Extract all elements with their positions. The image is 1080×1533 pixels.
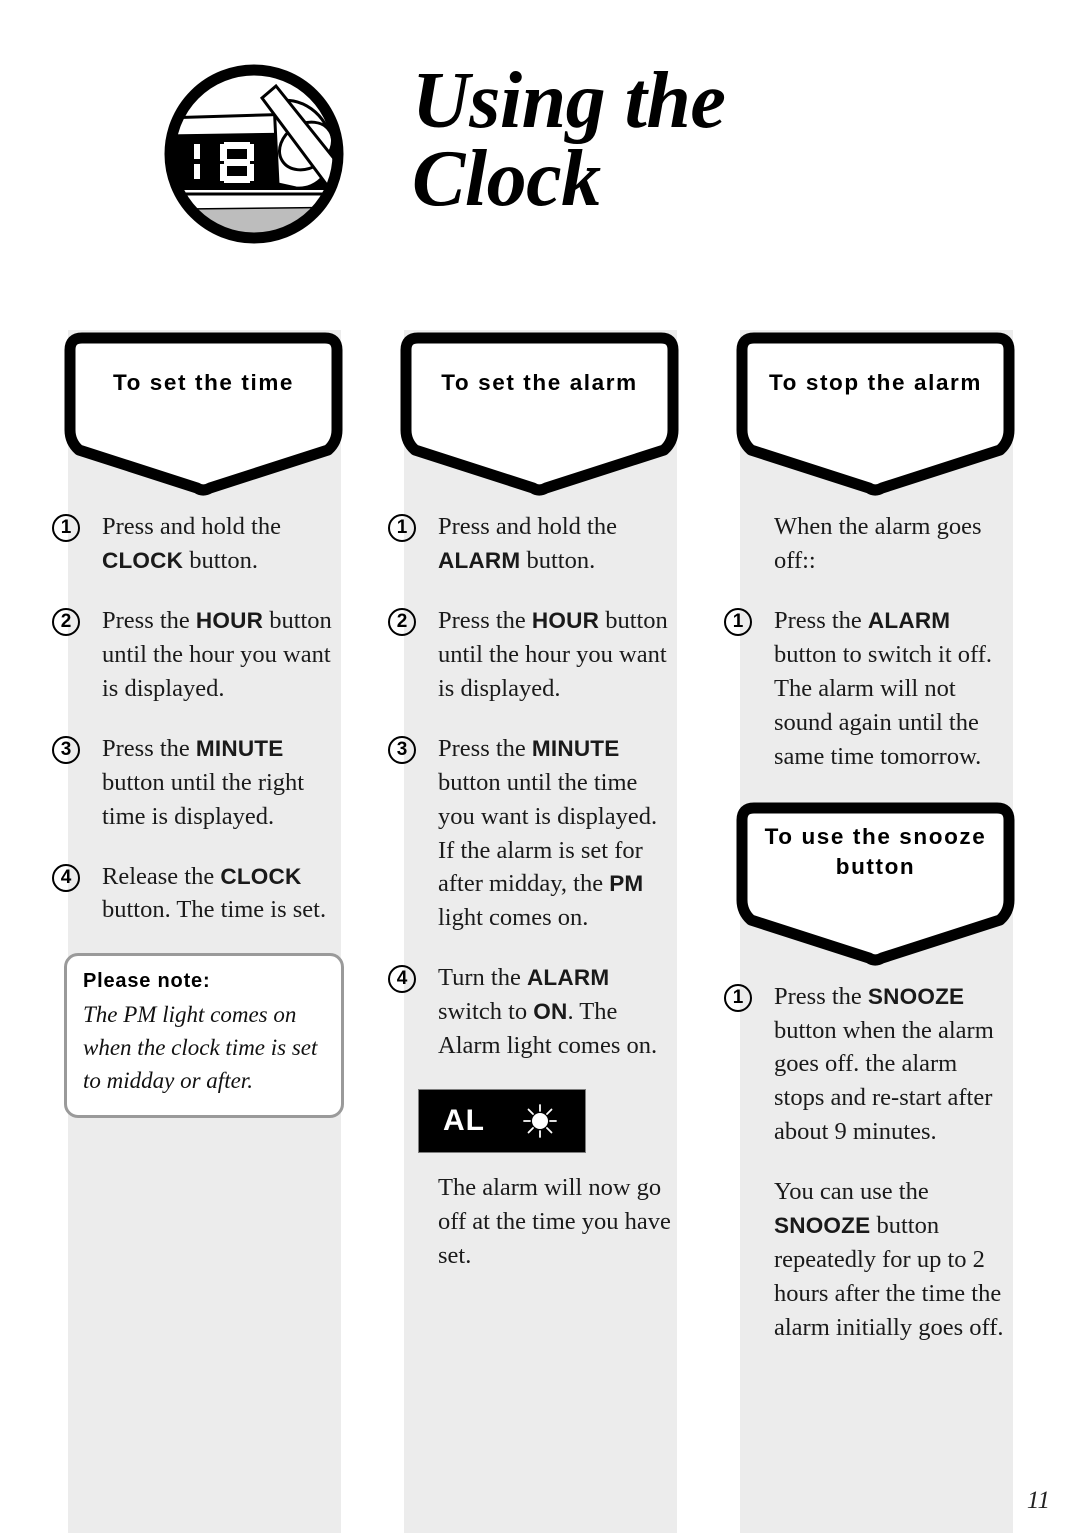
page-title-line-2: Clock [412,135,601,224]
banner-stop-the-alarm-label: To stop the alarm [768,370,983,395]
section-set-the-alarm: To set the alarm 1 Press and hold the AL… [388,330,679,1299]
step-text: Turn the ALARM switch to ON. The Alarm l… [438,964,658,1060]
banner-set-the-time-label: To set the time [112,370,295,395]
step-text: Press the HOUR button until the hour you… [438,606,668,702]
step-number: 4 [388,965,416,994]
banner-set-the-alarm-label: To set the alarm [441,370,638,395]
page-title-line-1: Using the [412,57,726,145]
step-text: Press and hold the ALARM button. [438,513,617,574]
step-number: 1 [52,514,80,542]
step-item: 2 Press the HOUR button until the hour y… [388,604,677,706]
banner-snooze-line-1: To use the snooze [764,823,987,849]
section-stop-the-alarm: To stop the alarm When the alarm goes of… [724,330,1015,1371]
stop-alarm-intro-label: When the alarm goes off:: [774,513,982,574]
step-number: 2 [388,607,416,636]
step-number: 1 [724,983,752,1012]
step-text: Press the MINUTE button until the right … [102,734,305,830]
page-title: Using the Clock [412,57,1012,224]
step-item: 1 Press the SNOOZE button when the alarm… [724,980,1013,1150]
alarm-closing-label: The alarm will now go off at the time yo… [438,1174,671,1269]
step-item: 2 Press the HOUR button until the hour y… [52,604,341,706]
step-number: 1 [724,607,752,636]
step-item: 4 Release the CLOCK button. The time is … [52,860,341,928]
page-header: Using the Clock [0,0,1080,300]
snooze-closing-text: You can use the SNOOZE button repeatedly… [740,1175,1013,1345]
step-item: 3 Press the MINUTE button until the time… [388,732,677,936]
step-number: 3 [52,735,80,764]
please-note-title: Please note: [83,970,211,993]
banner-set-the-alarm: To set the alarm [394,330,685,498]
step-text: Press the ALARM button to switch it off.… [774,606,992,770]
step-number: 1 [388,514,416,542]
page-number: 11 [1026,1487,1050,1514]
please-note-body: The PM light comes on when the clock tim… [83,1002,318,1093]
alarm-lamp-icon [521,1102,559,1140]
section-set-the-time: To set the time 1 Press and hold the CLO… [52,330,344,1119]
step-item: 1 Press and hold the CLOCK button. [52,510,341,578]
steps-use-the-snooze-button: 1 Press the SNOOZE button when the alarm… [724,974,1013,1345]
step-text: Press the SNOOZE button when the alarm g… [774,982,994,1146]
step-text: Release the CLOCK button. The time is se… [102,862,327,924]
alarm-display-graphic: AL [418,1089,586,1154]
step-item: 1 Press and hold the ALARM button. [388,510,677,578]
steps-set-the-alarm: 1 Press and hold the ALARM button. 2 Pre… [388,504,677,1063]
steps-stop-the-alarm: When the alarm goes off:: 1 Press the AL… [724,504,1013,774]
alarm-display-label: AL [443,1104,485,1138]
steps-set-the-time: 1 Press and hold the CLOCK button. 2 Pre… [52,504,341,928]
step-text: Press the MINUTE button until the time y… [438,734,658,932]
step-item: 1 Press the ALARM button to switch it of… [724,604,1013,774]
stop-alarm-intro: When the alarm goes off:: [740,510,1013,578]
banner-snooze-line-2: button [835,853,916,879]
banner-set-the-time: To set the time [58,330,349,498]
step-number: 3 [388,735,416,764]
banner-use-the-snooze-button-label: To use the snooze button [730,822,1021,883]
step-item: 3 Press the MINUTE button until the righ… [52,732,341,834]
step-text: Press the HOUR button until the hour you… [102,606,332,702]
clock-display-hand-icon [158,58,350,250]
banner-use-the-snooze-button: To use the snooze button [730,800,1021,968]
step-number: 2 [52,607,80,636]
step-item: 4 Turn the ALARM switch to ON. The Alarm… [388,961,677,1063]
step-text: Press and hold the CLOCK button. [102,513,281,574]
step-number: 4 [52,863,80,892]
alarm-closing-text: The alarm will now go off at the time yo… [404,1171,677,1273]
banner-stop-the-alarm: To stop the alarm [730,330,1021,498]
snooze-closing-label: You can use the SNOOZE button repeatedly… [774,1178,1004,1341]
please-note-box: Please note: The PM light comes on when … [64,953,344,1119]
